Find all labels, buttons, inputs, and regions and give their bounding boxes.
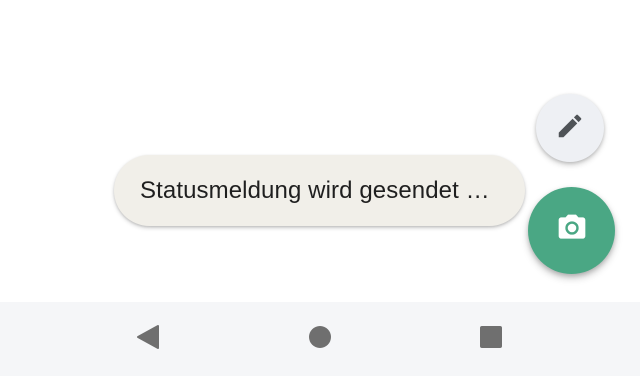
camera-icon: [556, 212, 588, 249]
pencil-icon: [555, 111, 585, 146]
camera-button[interactable]: [528, 187, 615, 274]
status-toast: Statusmeldung wird gesendet …: [114, 155, 525, 226]
screen: Statusmeldung wird gesendet …: [0, 0, 640, 376]
system-navigation-bar: [0, 302, 640, 376]
home-circle-icon: [308, 325, 332, 354]
home-button[interactable]: [280, 302, 360, 376]
edit-status-button[interactable]: [536, 94, 604, 162]
recents-button[interactable]: [451, 302, 531, 376]
toast-message: Statusmeldung wird gesendet …: [140, 176, 490, 204]
back-triangle-icon: [134, 323, 160, 356]
recents-square-icon: [479, 325, 503, 354]
back-button[interactable]: [107, 302, 187, 376]
